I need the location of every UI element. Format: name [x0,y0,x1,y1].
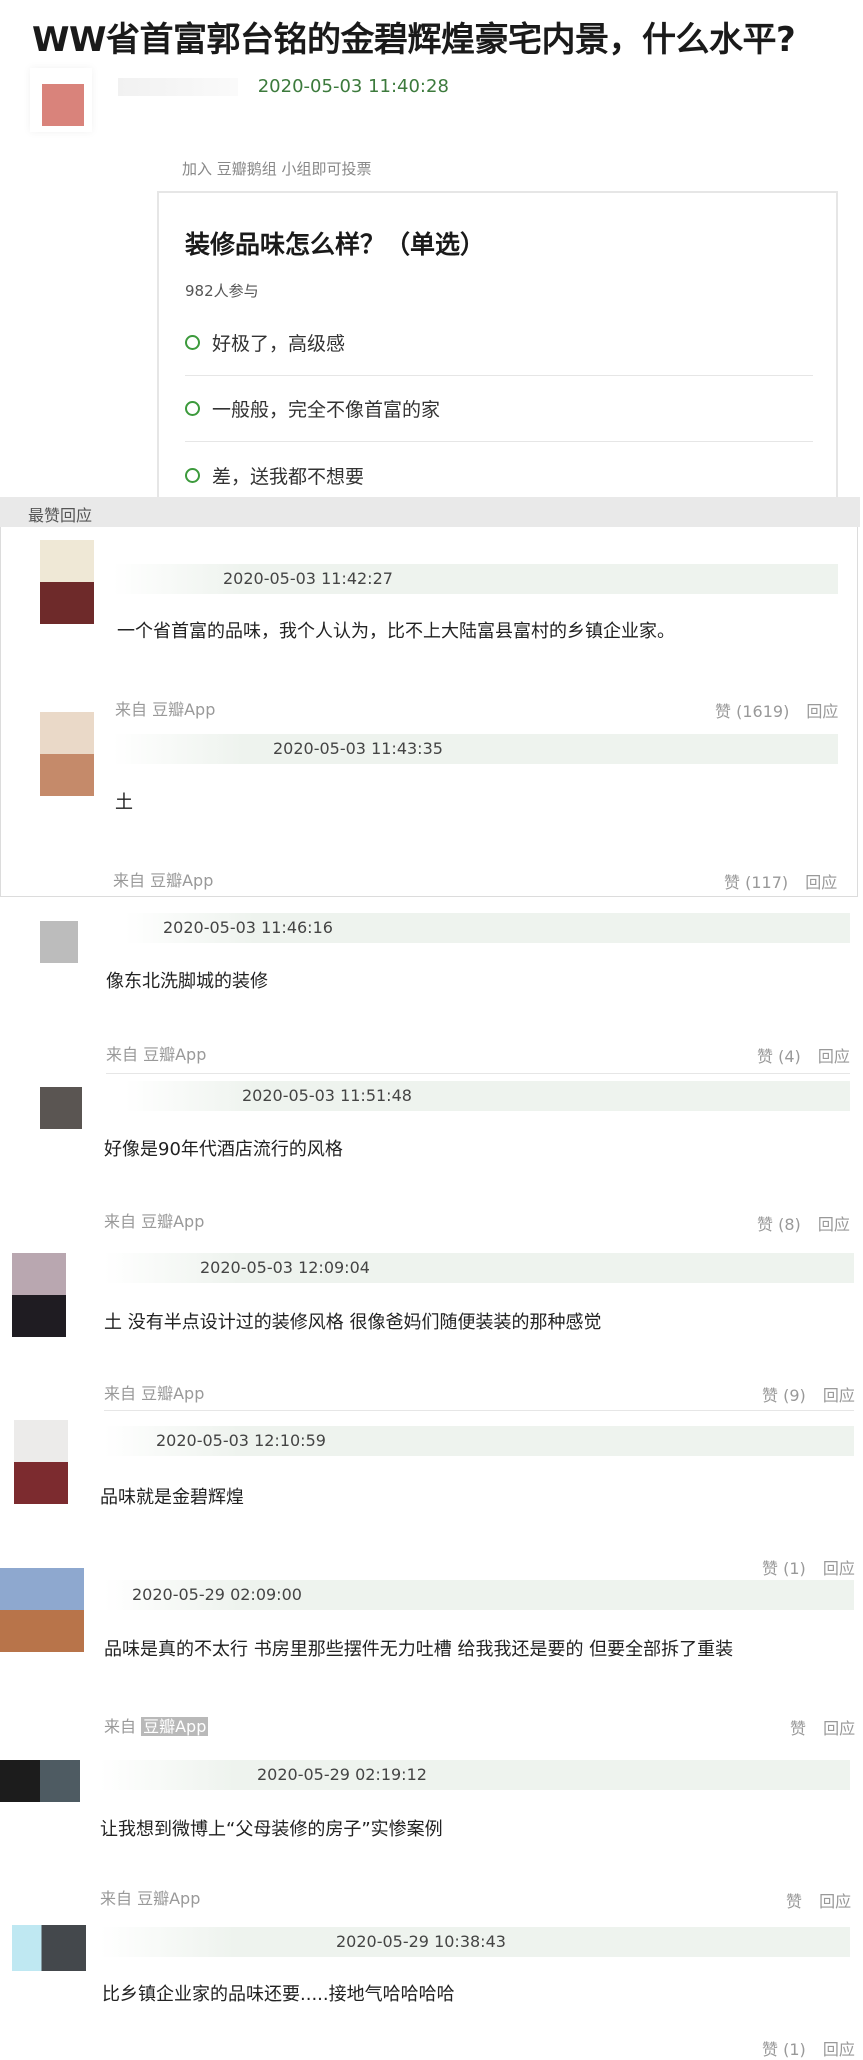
reply-button[interactable]: 回应 [818,1047,850,1066]
comment-actions: 赞 回应 [786,1888,851,1912]
like-button[interactable]: 赞 (117) [724,873,788,892]
vote-title: 装修品味怎么样？（单选） [185,230,486,259]
author-name-blurred[interactable] [118,78,238,96]
comment-date: 2020-05-03 11:42:27 [223,569,393,588]
vote-option-2[interactable]: 一般般，完全不像首富的家 [185,376,813,442]
comment-date: 2020-05-03 11:43:35 [273,739,443,758]
radio-icon[interactable] [185,335,200,350]
top-comments-header: 最赞回应 [0,497,860,527]
reply-button[interactable]: 回应 [819,1892,851,1911]
comment-text: 好像是90年代酒店流行的风格 [104,1139,343,1160]
vote-option-label: 好极了，高级感 [212,333,346,355]
commenter-avatar[interactable] [14,1420,68,1504]
comment-source: 来自 豆瓣App [113,871,214,890]
comment-text: 让我想到微博上“父母装修的房子”实惨案例 [100,1819,443,1840]
comment-text: 品味就是金碧辉煌 [100,1487,244,1508]
comment-header: 2020-05-03 11:42:27 [113,564,838,594]
comment-date: 2020-05-03 12:09:04 [200,1258,370,1277]
post-title: WW省首富郭台铭的金碧辉煌豪宅内景，什么水平? [32,20,796,60]
comment-header: 2020-05-03 11:43:35 [113,734,838,764]
like-count: (1) [783,2040,806,2059]
vote-option-label: 差，送我都不想要 [212,465,365,488]
comment-actions: 赞 (9) 回应 [762,1382,855,1406]
comment-actions: 赞 (1) 回应 [762,1555,855,1579]
comment-header: 2020-05-03 12:09:04 [104,1253,854,1283]
radio-icon[interactable] [185,401,200,416]
comment-header: 2020-05-29 02:09:00 [104,1580,854,1610]
comment-actions: 赞 (1) 回应 [762,2036,855,2060]
commenter-avatar[interactable] [30,1081,84,1157]
reply-button[interactable]: 回应 [823,2040,855,2059]
author-avatar[interactable] [30,68,92,132]
comment-source: 来自 豆瓣App [100,1889,201,1908]
commenter-avatar[interactable] [40,540,94,624]
like-button[interactable]: 赞 (9) [762,1386,806,1405]
comment-text: 土 没有半点设计过的装修风格 很像爸妈们随便装装的那种感觉 [104,1312,602,1333]
like-count: (4) [778,1047,801,1066]
comment-text: 一个省首富的品味，我个人认为，比不上大陆富县富村的乡镇企业家。 [117,621,675,642]
like-count: (117) [745,873,789,892]
comment-date: 2020-05-03 11:51:48 [242,1086,412,1105]
comment-actions: 赞 (117) 回应 [724,869,837,893]
radio-icon[interactable] [185,467,200,483]
comment-actions: 赞 (8) 回应 [757,1211,850,1235]
like-button[interactable]: 赞 [790,1719,806,1738]
post-meta: 2020-05-03 11:40:28 [118,76,449,97]
like-count: (8) [778,1215,801,1234]
comment-source: 来自 豆瓣App [104,1717,209,1736]
like-button[interactable]: 赞 (4) [757,1047,801,1066]
like-count: (1619) [736,702,790,721]
commenter-avatar[interactable] [40,712,94,796]
comment-actions: 赞 (1619) 回应 [715,698,838,722]
comment-source: 来自 豆瓣App [106,1045,207,1064]
comment-header: 2020-05-03 11:46:16 [125,913,850,943]
comment-text: 像东北洗脚城的装修 [106,971,268,992]
commenter-avatar[interactable] [24,913,78,989]
comment-text: 比乡镇企业家的品味还要.....接地气哈哈哈哈 [102,1984,455,2005]
comment-text: 土 [115,792,133,813]
reply-button[interactable]: 回应 [818,1215,850,1234]
comment-text: 品味是真的不太行 书房里那些摆件无力吐槽 给我我还是要的 但要全部拆了重装 [104,1639,734,1660]
commenter-avatar[interactable] [12,1253,66,1337]
like-count: (1) [783,1559,806,1578]
like-button[interactable]: 赞 [786,1892,802,1911]
comment-date: 2020-05-29 02:09:00 [132,1585,302,1604]
comment-header: 2020-05-29 02:19:12 [100,1760,850,1790]
vote-panel: 装修品味怎么样？（单选） 982人参与 好极了，高级感 一般般，完全不像首富的家… [157,191,838,500]
comment-source: 来自 豆瓣App [104,1212,205,1231]
commenter-avatar[interactable] [0,1568,84,1652]
reply-button[interactable]: 回应 [823,1559,855,1578]
like-button[interactable]: 赞 (1) [762,2040,806,2059]
like-button[interactable]: 赞 (1619) [715,702,789,721]
comment-source: 来自 豆瓣App [115,700,216,719]
comment-date: 2020-05-29 10:38:43 [336,1932,506,1951]
reply-button[interactable]: 回应 [805,873,837,892]
commenter-avatar[interactable] [0,1760,80,1830]
comment-actions: 赞 回应 [790,1715,855,1739]
comment-header: 2020-05-03 12:10:59 [104,1426,854,1456]
like-button[interactable]: 赞 (1) [762,1559,806,1578]
vote-participants: 982人参与 [185,282,259,300]
like-count: (9) [783,1386,806,1405]
vote-option-1[interactable]: 好极了，高级感 [185,310,813,376]
comment-header: 2020-05-03 11:51:48 [125,1081,850,1111]
commenter-avatar[interactable] [12,1925,86,2009]
like-button[interactable]: 赞 (8) [757,1215,801,1234]
post-date: 2020-05-03 11:40:28 [257,76,449,97]
comment-date: 2020-05-03 11:46:16 [163,918,333,937]
vote-join-tip[interactable]: 加入 豆瓣鹅组 小组即可投票 [182,158,372,179]
comment-actions: 赞 (4) 回应 [757,1043,850,1067]
comment-date: 2020-05-29 02:19:12 [257,1765,427,1784]
reply-button[interactable]: 回应 [806,702,838,721]
reply-button[interactable]: 回应 [823,1386,855,1405]
reply-button[interactable]: 回应 [823,1719,855,1738]
comment-date: 2020-05-03 12:10:59 [156,1431,326,1450]
comment-source: 来自 豆瓣App [104,1384,205,1403]
vote-option-label: 一般般，完全不像首富的家 [212,399,441,421]
comment-header: 2020-05-29 10:38:43 [100,1927,850,1957]
